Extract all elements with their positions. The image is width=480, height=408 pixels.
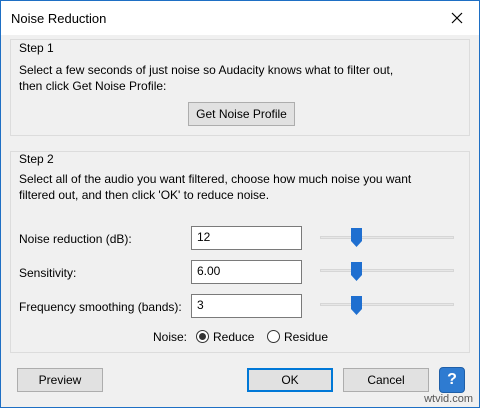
preview-button[interactable]: Preview bbox=[17, 368, 103, 392]
noise-reduction-field[interactable]: 12 bbox=[191, 226, 302, 250]
noise-reduction-dialog: Noise Reduction Step 1 Select a few seco… bbox=[0, 0, 480, 408]
noise-reduction-label: Noise reduction (dB): bbox=[19, 232, 132, 246]
help-icon: ? bbox=[447, 371, 457, 388]
sensitivity-slider-thumb[interactable] bbox=[350, 262, 362, 281]
step1-instructions-line1: Select a few seconds of just noise so Au… bbox=[19, 63, 394, 77]
noise-reduction-slider-thumb[interactable] bbox=[350, 228, 362, 247]
get-noise-profile-button[interactable]: Get Noise Profile bbox=[188, 102, 295, 126]
step2-instructions-line1: Select all of the audio you want filtere… bbox=[19, 172, 412, 186]
noise-label: Noise: bbox=[153, 330, 188, 344]
close-button[interactable] bbox=[437, 1, 477, 35]
frequency-smoothing-slider-thumb[interactable] bbox=[350, 296, 362, 315]
reduce-radio[interactable] bbox=[196, 330, 209, 343]
step1-instructions-line2: then click Get Noise Profile: bbox=[19, 79, 167, 93]
title-bar: Noise Reduction bbox=[1, 1, 479, 35]
noise-reduction-slider[interactable] bbox=[320, 236, 454, 239]
reduce-radio-label[interactable]: Reduce bbox=[213, 329, 254, 345]
ok-button[interactable]: OK bbox=[247, 368, 333, 392]
sensitivity-field[interactable]: 6.00 bbox=[191, 260, 302, 284]
step2-instructions-line2: filtered out, and then click 'OK' to red… bbox=[19, 188, 270, 202]
frequency-smoothing-label: Frequency smoothing (bands): bbox=[19, 300, 182, 314]
cancel-button[interactable]: Cancel bbox=[343, 368, 429, 392]
watermark-text: wtvid.com bbox=[424, 393, 473, 405]
frequency-smoothing-field[interactable]: 3 bbox=[191, 294, 302, 318]
help-button[interactable]: ? bbox=[439, 367, 465, 393]
reduce-radio-dot bbox=[199, 333, 206, 340]
frequency-smoothing-slider[interactable] bbox=[320, 303, 454, 306]
step1-title: Step 1 bbox=[19, 41, 54, 55]
sensitivity-label: Sensitivity: bbox=[19, 266, 77, 280]
step2-title: Step 2 bbox=[19, 152, 54, 166]
dialog-title: Noise Reduction bbox=[11, 11, 107, 26]
residue-radio[interactable] bbox=[267, 330, 280, 343]
close-icon bbox=[451, 12, 463, 24]
residue-radio-label[interactable]: Residue bbox=[284, 329, 328, 345]
sensitivity-slider[interactable] bbox=[320, 269, 454, 272]
